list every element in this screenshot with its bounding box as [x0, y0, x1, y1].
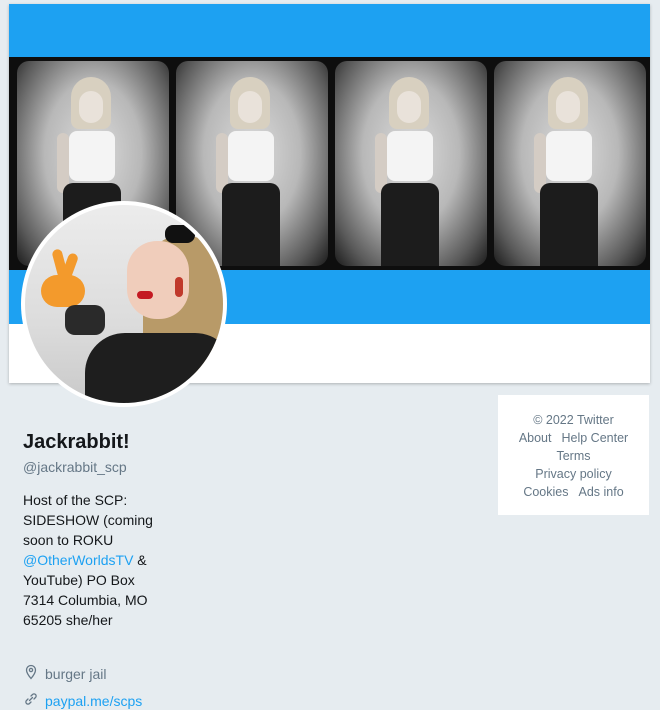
link-icon [23, 691, 39, 710]
profile-location: burger jail [23, 664, 106, 683]
footer-link-ads-info[interactable]: Ads info [579, 483, 624, 501]
photo-frame [335, 61, 487, 266]
profile-website: paypal.me/scps [23, 691, 142, 710]
copyright-text: © 2022 Twitter [533, 413, 614, 427]
footer-link-terms[interactable]: Terms [498, 447, 649, 465]
photo-frame [494, 61, 646, 266]
avatar[interactable] [21, 201, 227, 407]
bio-mention-link[interactable]: @OtherWorldsTV [23, 552, 133, 568]
profile-bio: Host of the SCP: SIDESHOW (coming soon t… [23, 490, 163, 630]
footer-link-privacy[interactable]: Privacy policy [498, 465, 649, 483]
location-pin-icon [23, 664, 39, 683]
footer-link-cookies[interactable]: Cookies [523, 483, 568, 501]
profile-name[interactable]: Jackrabbit! [23, 431, 130, 454]
profile-handle[interactable]: @jackrabbit_scp [23, 459, 127, 475]
banner-color-strip-top [9, 4, 650, 57]
website-link[interactable]: paypal.me/scps [45, 693, 142, 709]
footer-links-card: © 2022 Twitter About Help Center Terms P… [498, 395, 649, 515]
avatar-image [25, 205, 223, 403]
footer-link-about[interactable]: About [519, 429, 552, 447]
location-text: burger jail [45, 665, 107, 682]
footer-link-help-center[interactable]: Help Center [561, 429, 628, 447]
bio-text: Host of the SCP: SIDESHOW (coming soon t… [23, 492, 153, 548]
